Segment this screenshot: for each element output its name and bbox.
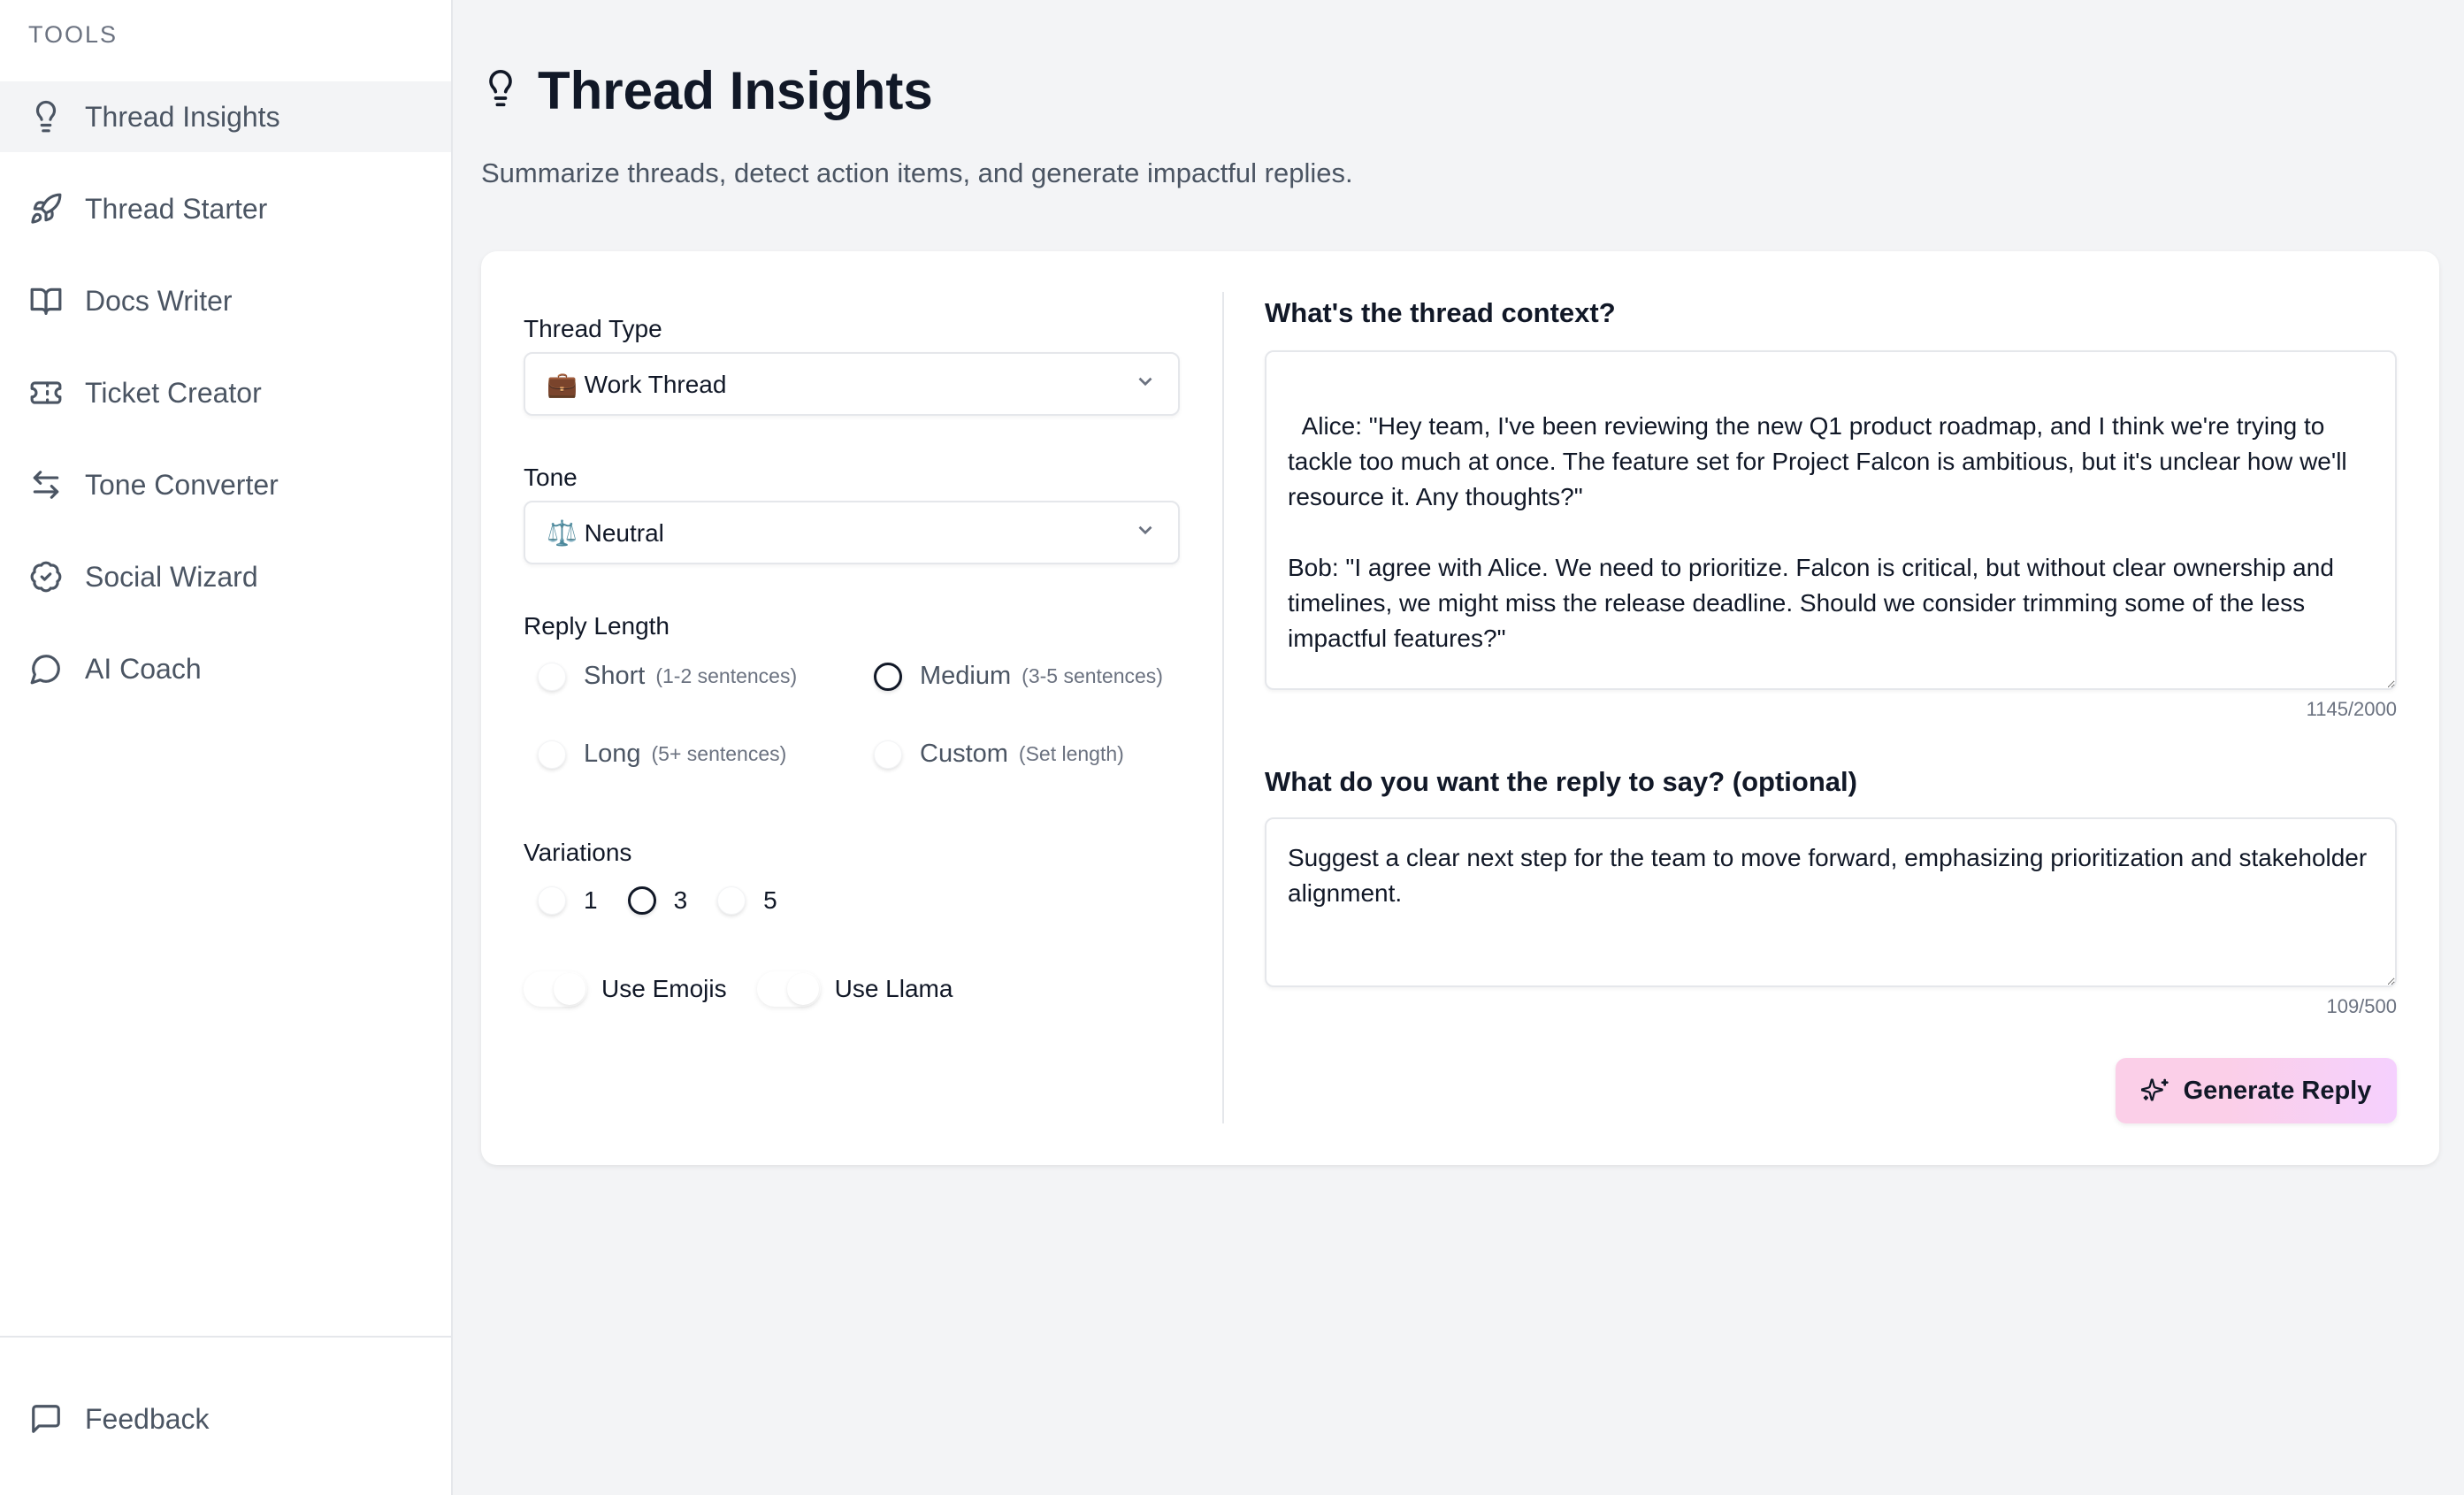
- sidebar-item-label: Docs Writer: [85, 284, 233, 317]
- thread-context-counter: 1145/2000: [2306, 698, 2397, 720]
- sidebar-item-label: Social Wizard: [85, 560, 258, 593]
- sidebar-item-tone-converter[interactable]: Tone Converter: [0, 449, 451, 520]
- sidebar: TOOLS Thread Insights Thread Starter Doc…: [0, 0, 453, 1495]
- sidebar-item-thread-starter[interactable]: Thread Starter: [0, 173, 451, 244]
- sidebar-item-label: Ticket Creator: [85, 376, 262, 409]
- variation-1[interactable]: 1: [538, 886, 598, 915]
- reply-length-medium[interactable]: Medium (3-5 sentences): [874, 662, 1163, 691]
- toggle-knob: [554, 973, 585, 1005]
- reply-intent-field: Suggest a clear next step for the team t…: [1265, 817, 2397, 1018]
- reply-intent-textarea[interactable]: Suggest a clear next step for the team t…: [1265, 817, 2397, 987]
- tone-field: Tone ⚖️ Neutral: [524, 464, 1180, 564]
- radio-long[interactable]: [538, 740, 566, 769]
- thread-type-label: Thread Type: [524, 315, 662, 342]
- sidebar-item-label: Tone Converter: [85, 468, 279, 501]
- radio-short[interactable]: [538, 662, 566, 691]
- radio-custom[interactable]: [874, 740, 902, 769]
- reply-length-short[interactable]: Short (1-2 sentences): [538, 662, 797, 691]
- page-header: Thread Insights: [481, 60, 933, 121]
- toggles-row: Use Emojis Use Llama: [524, 971, 983, 1007]
- toggle-knob: [786, 973, 819, 1005]
- lightbulb-icon: [481, 65, 520, 116]
- arrows-left-right-icon: [28, 467, 64, 502]
- ticket-icon: [28, 375, 64, 410]
- thread-context-textarea[interactable]: Alice: "Hey team, I've been reviewing th…: [1265, 350, 2397, 690]
- rocket-icon: [28, 191, 64, 226]
- chevron-down-icon: [1134, 518, 1157, 548]
- use-llama-toggle[interactable]: [756, 971, 821, 1007]
- sidebar-item-social-wizard[interactable]: Social Wizard: [0, 541, 451, 612]
- reply-length-label: Reply Length: [524, 612, 670, 640]
- radio-variation-3[interactable]: [627, 886, 656, 915]
- feedback-label: Feedback: [85, 1402, 210, 1435]
- radio-variation-5[interactable]: [717, 886, 746, 915]
- reply-intent-label: What do you want the reply to say? (opti…: [1265, 766, 1857, 797]
- sidebar-item-ticket-creator[interactable]: Ticket Creator: [0, 357, 451, 428]
- feedback-link[interactable]: Feedback: [28, 1401, 210, 1437]
- chevron-down-icon: [1134, 370, 1157, 399]
- message-square-icon: [28, 1401, 64, 1437]
- sidebar-item-thread-insights[interactable]: Thread Insights: [0, 81, 451, 152]
- thread-type-select[interactable]: 💼 Work Thread: [524, 352, 1180, 416]
- variations-label: Variations: [524, 839, 632, 866]
- thread-context-field: Alice: "Hey team, I've been reviewing th…: [1265, 350, 2397, 721]
- sidebar-item-ai-coach[interactable]: AI Coach: [0, 633, 451, 704]
- generate-reply-button[interactable]: Generate Reply: [2116, 1058, 2397, 1123]
- badge-check-icon: [28, 559, 64, 594]
- variations-group: 1 3 5: [538, 886, 807, 915]
- reply-intent-counter: 109/500: [2326, 995, 2397, 1017]
- page-subtitle: Summarize threads, detect action items, …: [481, 157, 1353, 188]
- column-divider: [1222, 292, 1224, 1123]
- form-card: Thread Type 💼 Work Thread Tone ⚖️ Neutra…: [481, 251, 2439, 1165]
- tone-value: ⚖️ Neutral: [547, 518, 664, 547]
- thread-type-value: 💼 Work Thread: [547, 370, 727, 398]
- sparkles-icon: [2140, 1077, 2184, 1105]
- use-emojis-toggle[interactable]: [524, 971, 587, 1007]
- sidebar-footer: Feedback: [0, 1336, 451, 1495]
- lightbulb-icon: [28, 99, 64, 134]
- radio-medium[interactable]: [874, 662, 902, 691]
- message-circle-icon: [28, 651, 64, 686]
- sidebar-heading: TOOLS: [28, 21, 119, 48]
- use-emojis-label: Use Emojis: [601, 975, 727, 1002]
- page-title: Thread Insights: [538, 61, 933, 120]
- book-open-icon: [28, 283, 64, 318]
- tone-label: Tone: [524, 464, 578, 491]
- use-llama-label: Use Llama: [834, 975, 953, 1002]
- reply-length-long[interactable]: Long (5+ sentences): [538, 740, 786, 769]
- variation-3[interactable]: 3: [627, 886, 687, 915]
- reply-length-custom[interactable]: Custom (Set length): [874, 740, 1124, 769]
- sidebar-item-docs-writer[interactable]: Docs Writer: [0, 265, 451, 336]
- thread-context-label: What's the thread context?: [1265, 297, 1616, 328]
- sidebar-item-label: AI Coach: [85, 652, 202, 685]
- sidebar-item-label: Thread Insights: [85, 100, 280, 133]
- variation-5[interactable]: 5: [717, 886, 777, 915]
- use-llama-field: Use Llama: [756, 971, 953, 1007]
- sidebar-nav: Thread Insights Thread Starter Docs Writ…: [0, 81, 451, 725]
- reply-length-group: Short (1-2 sentences) Medium (3-5 senten…: [538, 662, 1192, 794]
- radio-variation-1[interactable]: [538, 886, 566, 915]
- tone-select[interactable]: ⚖️ Neutral: [524, 501, 1180, 564]
- generate-reply-label: Generate Reply: [2183, 1076, 2372, 1105]
- sidebar-item-label: Thread Starter: [85, 192, 268, 225]
- thread-type-field: Thread Type 💼 Work Thread: [524, 315, 1180, 416]
- use-emojis-field: Use Emojis: [524, 971, 727, 1007]
